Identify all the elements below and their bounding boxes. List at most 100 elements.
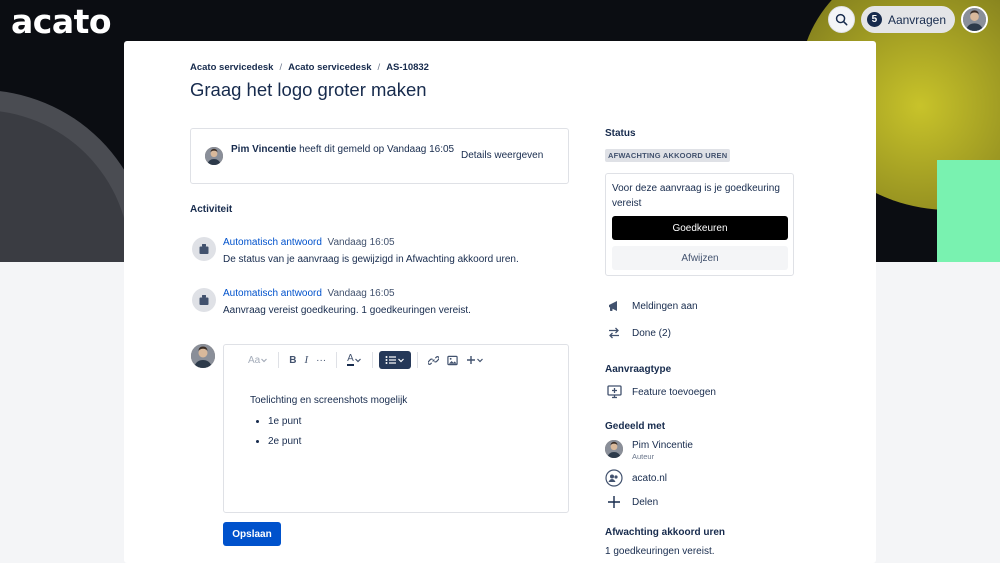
approval-box: Voor deze aanvraag is je goedkeuring ver…: [605, 173, 794, 276]
waiting-text: 1 goedkeuringen vereist.: [605, 546, 715, 557]
search-button[interactable]: [827, 6, 855, 33]
user-avatar-icon: [963, 8, 986, 31]
toolbar-divider: [416, 352, 418, 368]
user-avatar-icon: [205, 147, 223, 165]
activity-message: Aanvraag vereist goedkeuring. 1 goedkeur…: [223, 305, 471, 316]
text-color-label: A: [347, 353, 354, 366]
breadcrumb-item[interactable]: Acato servicedesk: [288, 62, 371, 73]
chevron-down-icon: [261, 358, 268, 363]
plus-icon: [605, 493, 623, 511]
approve-button[interactable]: Goedkeuren: [612, 216, 788, 240]
request-card: Acato servicedesk / Acato servicedesk / …: [124, 41, 876, 563]
italic-button[interactable]: I: [300, 351, 312, 369]
auto-reply-icon: [192, 237, 216, 261]
share-label: Delen: [632, 496, 659, 508]
link-icon: [427, 355, 439, 365]
editor-bullet-list: 1e punt 2e punt: [250, 416, 407, 447]
activity-meta: Automatisch antwoord Vandaag 16:05: [223, 237, 395, 248]
acato-logo[interactable]: acato: [11, 2, 112, 41]
request-type-heading: Aanvraagtype: [605, 364, 672, 375]
activity-author[interactable]: Automatisch antwoord: [223, 288, 322, 299]
more-formatting-button[interactable]: ···: [312, 351, 330, 369]
monitor-plus-icon: [605, 383, 623, 401]
approval-text: Voor deze aanvraag is je goedkeuring ver…: [612, 183, 780, 209]
organization-icon: [605, 469, 623, 487]
details-button[interactable]: Details weergeven: [461, 150, 543, 161]
text-color-button[interactable]: A: [343, 351, 366, 369]
shared-org-name: acato.nl: [632, 472, 668, 484]
transition-dropdown[interactable]: Done (2): [605, 324, 671, 342]
breadcrumb-separator: /: [279, 62, 283, 73]
bold-button[interactable]: B: [285, 351, 300, 369]
user-avatar-icon: [605, 440, 623, 458]
chevron-down-icon: [476, 358, 483, 363]
plus-icon: [466, 356, 475, 364]
status-heading: Status: [605, 128, 636, 139]
toolbar-divider: [336, 352, 338, 368]
bullet-list-icon: [385, 356, 396, 364]
comment-editor[interactable]: Aa B I ··· A Toelichting en screenshots …: [223, 344, 569, 513]
list-item: 2e punt: [268, 436, 407, 447]
requests-count-badge: 5: [866, 12, 882, 27]
transition-arrows-icon: [605, 324, 623, 342]
requests-label: Aanvragen: [887, 12, 946, 27]
shared-person-avatar: [605, 440, 623, 458]
shared-person: Pim Vincentie Auteur: [605, 440, 693, 461]
requests-button[interactable]: 5 Aanvragen: [860, 6, 955, 33]
reporter-box: Pim Vincentie heeft dit gemeld op Vandaa…: [190, 128, 569, 184]
link-button[interactable]: [424, 351, 443, 369]
activity-heading: Activiteit: [190, 204, 233, 215]
text-style-label: Aa: [248, 354, 261, 366]
shared-person-info: Pim Vincentie Auteur: [632, 440, 693, 461]
reporter-message: heeft dit gemeld op Vandaag 16:05: [296, 144, 455, 155]
top-actions: 5 Aanvragen: [827, 6, 988, 33]
commenter-avatar: [191, 344, 215, 368]
toolbar-divider: [278, 352, 280, 368]
megaphone-icon: [605, 297, 623, 315]
list-item: 1e punt: [268, 416, 407, 427]
done-label: Done (2): [632, 327, 671, 339]
user-avatar-icon: [191, 344, 215, 368]
activity-time: Vandaag 16:05: [327, 237, 395, 248]
editor-toolbar: Aa B I ··· A: [224, 345, 568, 375]
request-type: Feature toevoegen: [605, 383, 716, 401]
activity-time: Vandaag 16:05: [327, 288, 395, 299]
image-icon: [447, 355, 458, 365]
breadcrumb-item[interactable]: Acato servicedesk: [190, 62, 273, 73]
chevron-down-icon: [397, 358, 404, 363]
breadcrumb-item[interactable]: AS-10832: [386, 62, 429, 73]
activity-message: De status van je aanvraag is gewijzigd i…: [223, 254, 519, 265]
reporter-name: Pim Vincentie: [231, 144, 297, 155]
breadcrumb-separator: /: [377, 62, 381, 73]
reporter-avatar: [205, 147, 223, 165]
page-title: Graag het logo groter maken: [190, 79, 427, 100]
image-button[interactable]: [443, 351, 462, 369]
reporter-text: Pim Vincentie heeft dit gemeld op Vandaa…: [231, 142, 461, 157]
toolbar-divider: [371, 352, 373, 368]
request-type-value: Feature toevoegen: [632, 386, 716, 398]
status-badge: AFWACHTING AKKOORD UREN: [605, 149, 731, 162]
editor-paragraph: Toelichting en screenshots mogelijk: [250, 395, 408, 406]
breadcrumb: Acato servicedesk / Acato servicedesk / …: [190, 62, 429, 73]
shared-organization: acato.nl: [605, 469, 667, 487]
insert-button[interactable]: [462, 351, 488, 369]
search-icon: [835, 13, 848, 26]
notifications-toggle[interactable]: Meldingen aan: [605, 297, 698, 315]
profile-avatar[interactable]: [961, 6, 988, 33]
save-button[interactable]: Opslaan: [223, 522, 281, 546]
chevron-down-icon: [354, 358, 361, 363]
share-button[interactable]: Delen: [605, 493, 658, 511]
bullet-list-button[interactable]: [378, 351, 411, 369]
auto-reply-icon: [192, 288, 216, 312]
text-style-dropdown[interactable]: Aa: [244, 351, 272, 369]
editor-content[interactable]: Toelichting en screenshots mogelijk 1e p…: [250, 395, 407, 456]
activity-meta: Automatisch antwoord Vandaag 16:05: [223, 288, 395, 299]
reject-button[interactable]: Afwijzen: [612, 246, 788, 270]
shared-person-role: Auteur: [632, 452, 655, 461]
activity-author[interactable]: Automatisch antwoord: [223, 237, 322, 248]
waiting-heading: Afwachting akkoord uren: [605, 527, 726, 538]
notifications-label: Meldingen aan: [632, 300, 698, 312]
decorative-mint-block: [937, 160, 1000, 262]
shared-with-heading: Gedeeld met: [605, 421, 666, 432]
shared-person-name: Pim Vincentie: [632, 440, 693, 451]
